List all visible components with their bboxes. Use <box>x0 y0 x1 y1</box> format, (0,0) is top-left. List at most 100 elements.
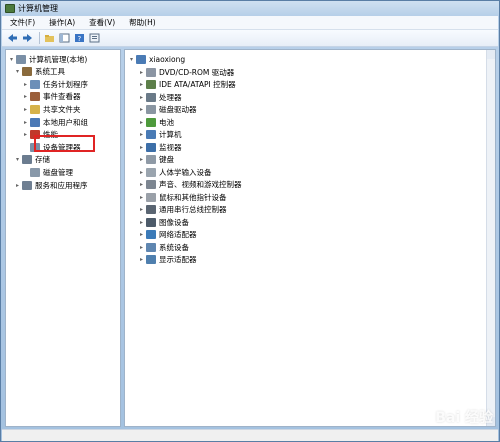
forward-arrow-icon <box>22 34 32 42</box>
tree-item[interactable]: ▸ 任务计划程序 <box>22 78 88 90</box>
expand-arrow-icon[interactable]: ▾ <box>14 156 21 163</box>
display-adapter-icon <box>146 255 156 264</box>
tree-item[interactable]: ▾ 存储 <box>14 154 50 166</box>
device-category-row[interactable]: ▸ 显示适配器 <box>138 254 197 266</box>
expand-arrow-icon[interactable]: ▸ <box>22 93 29 100</box>
device-root-label: xiaoxiong <box>149 54 186 64</box>
properties-icon <box>89 33 99 43</box>
device-category-row[interactable]: ▸ 网络适配器 <box>138 229 197 241</box>
menu-view[interactable]: 查看(V) <box>81 17 121 28</box>
services-icon <box>22 180 32 190</box>
device-category-label: IDE ATA/ATAPI 控制器 <box>159 80 236 89</box>
device-category-row[interactable]: ▸ 处理器 <box>138 91 182 103</box>
properties-button[interactable] <box>88 32 100 44</box>
users-icon <box>30 117 40 127</box>
device-category-row[interactable]: ▸ 监视器 <box>138 141 182 153</box>
storage-icon <box>22 155 32 165</box>
collapse-arrow-icon[interactable]: ▾ <box>128 56 135 63</box>
ide-icon <box>146 80 156 89</box>
expand-arrow-icon[interactable]: ▸ <box>138 194 145 201</box>
device-category-row[interactable]: ▸ 图像设备 <box>138 216 189 228</box>
expand-arrow-icon[interactable]: ▸ <box>138 219 145 226</box>
expand-arrow-icon[interactable]: ▸ <box>138 106 145 113</box>
sound-icon <box>146 180 156 189</box>
up-level-button[interactable] <box>43 32 55 44</box>
vertical-scrollbar[interactable] <box>486 50 495 426</box>
expand-arrow-icon[interactable]: ▸ <box>138 169 145 176</box>
tree-item[interactable]: ▸ 本地用户和组 <box>22 116 88 128</box>
menu-help[interactable]: 帮助(H) <box>121 17 162 28</box>
help-icon: ? <box>74 34 84 43</box>
computer-root-icon <box>136 54 146 64</box>
device-category-row[interactable]: ▸ 计算机 <box>138 129 182 141</box>
device-category-row[interactable]: ▸ 鼠标和其他指针设备 <box>138 191 227 203</box>
help-button[interactable]: ? <box>73 32 85 44</box>
device-category-label: 计算机 <box>159 130 182 139</box>
tree-item[interactable]: ▸ 共享文件夹 <box>22 103 81 115</box>
expand-arrow-icon[interactable]: ▸ <box>22 131 29 138</box>
device-category-label: 显示适配器 <box>159 255 197 264</box>
expand-arrow-icon[interactable]: ▾ <box>8 56 15 63</box>
window-title: 计算机管理 <box>18 4 58 13</box>
device-category-row[interactable]: ▸ 电池 <box>138 116 174 128</box>
expand-arrow-icon[interactable]: ▸ <box>14 182 21 189</box>
expand-arrow-icon[interactable]: ▸ <box>22 106 29 113</box>
device-category-row[interactable]: ▸ 人体学输入设备 <box>138 166 212 178</box>
expand-arrow-icon[interactable]: ▸ <box>138 181 145 188</box>
toolbar: ? <box>2 30 498 47</box>
tree-item[interactable]: ▾ 计算机管理(本地) <box>8 53 87 65</box>
expand-arrow-icon[interactable]: ▸ <box>138 81 145 88</box>
device-category-row[interactable]: ▸ DVD/CD-ROM 驱动器 <box>138 66 234 78</box>
expand-arrow-icon[interactable]: ▸ <box>138 94 145 101</box>
device-category-row[interactable]: ▸ 键盘 <box>138 154 174 166</box>
device-category-label: 声音、视频和游戏控制器 <box>159 180 242 189</box>
device-category-label: 监视器 <box>159 142 182 152</box>
expand-arrow-icon[interactable]: ▸ <box>22 81 29 88</box>
expand-arrow-icon[interactable]: ▸ <box>138 119 145 126</box>
svg-text:?: ? <box>77 35 81 43</box>
expand-arrow-icon[interactable]: ▾ <box>14 68 21 75</box>
tree-item[interactable]: ▾ 系统工具 <box>14 66 65 78</box>
expand-arrow-icon[interactable]: ▸ <box>22 119 29 126</box>
expand-arrow-icon[interactable]: ▸ <box>138 206 145 213</box>
menu-file[interactable]: 文件(F) <box>2 17 41 28</box>
tree-item[interactable]: 磁盘管理 <box>22 166 73 178</box>
tree-item[interactable]: ▸ 事件查看器 <box>22 91 81 103</box>
device-category-row[interactable]: ▸ 磁盘驱动器 <box>138 104 197 116</box>
mouse-icon <box>146 192 156 202</box>
title-bar[interactable]: 计算机管理 <box>1 1 499 16</box>
device-category-row[interactable]: ▸ 通用串行总线控制器 <box>138 204 227 216</box>
expand-arrow-icon[interactable]: ▸ <box>138 131 145 138</box>
device-category-label: 图像设备 <box>159 217 189 227</box>
expand-arrow-icon[interactable]: ▸ <box>138 256 145 263</box>
tree-item[interactable]: ▸ 服务和应用程序 <box>14 179 88 191</box>
status-bar <box>2 429 498 441</box>
device-list-pane: ▾ xiaoxiong ▸ DVD/CD-ROM 驱动器 ▸ IDE ATA/ATAP… <box>124 49 496 427</box>
device-category-row[interactable]: ▸ 系统设备 <box>138 241 189 253</box>
cpu-icon <box>146 92 156 102</box>
hid-icon <box>146 167 156 177</box>
expand-arrow-icon[interactable]: ▸ <box>138 231 145 238</box>
device-category-label: 鼠标和其他指针设备 <box>159 192 227 202</box>
device-category-row[interactable]: ▸ 声音、视频和游戏控制器 <box>138 179 242 191</box>
scroll-up-button[interactable] <box>487 50 495 59</box>
watermark-logo: Bai 经验 <box>435 410 493 426</box>
expand-arrow-icon[interactable]: ▸ <box>138 156 145 163</box>
tree-item-label: 任务计划程序 <box>43 79 88 89</box>
expand-arrow-icon[interactable]: ▸ <box>138 244 145 251</box>
folder-up-icon <box>44 35 54 42</box>
forward-button[interactable] <box>21 32 33 44</box>
device-root-row[interactable]: ▾ xiaoxiong <box>128 53 185 65</box>
clock-icon <box>30 79 40 89</box>
expand-arrow-icon[interactable]: ▸ <box>138 144 145 151</box>
show-hide-tree-button[interactable] <box>58 32 70 44</box>
dvd-icon <box>146 67 156 77</box>
console-tree-pane: ▾ 计算机管理(本地) ▾ 系统工具 ▸ 任务计划程序 ▸ 事件查看器 ▸ 共享文件夹 ▸ 本地用户和… <box>5 49 121 427</box>
tree-item-label: 系统工具 <box>35 67 65 77</box>
device-category-row[interactable]: ▸ IDE ATA/ATAPI 控制器 <box>138 79 236 91</box>
expand-arrow-icon[interactable]: ▸ <box>138 69 145 76</box>
computer-mgmt-icon <box>16 54 26 64</box>
back-button[interactable] <box>6 32 18 44</box>
keyboard-icon <box>146 155 156 164</box>
menu-action[interactable]: 操作(A) <box>41 17 81 28</box>
